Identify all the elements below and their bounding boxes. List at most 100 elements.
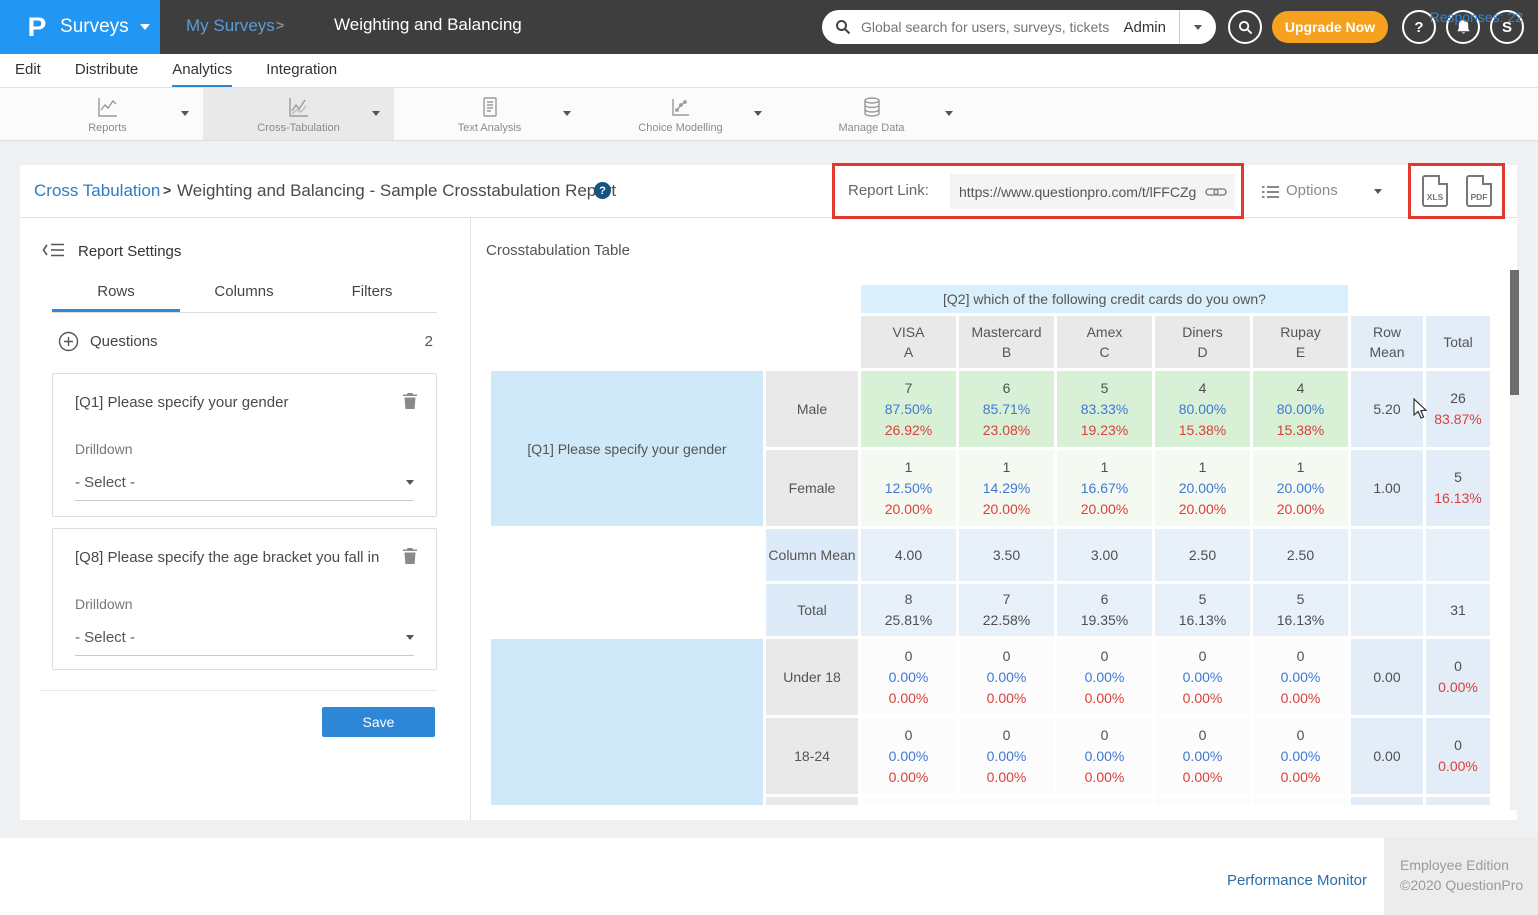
export-pdf-button[interactable]: PDF <box>1466 175 1492 207</box>
topbar: P Surveys My Surveys > Weighting and Bal… <box>0 0 1538 54</box>
search-icon <box>1238 20 1253 35</box>
help-icon[interactable]: ? <box>594 182 611 199</box>
options-button[interactable]: Options <box>1286 182 1338 199</box>
tab-filters[interactable]: Filters <box>308 283 436 312</box>
product-label: Surveys <box>60 16 129 38</box>
scrollbar-track[interactable] <box>1510 270 1519 810</box>
panel-divider <box>470 217 471 820</box>
manage-data-icon <box>860 94 884 120</box>
trash-icon[interactable] <box>402 547 418 570</box>
toolbar-cross-tabulation[interactable]: Cross-Tabulation <box>203 88 394 140</box>
blank-cell <box>491 529 763 581</box>
empty-cell <box>1351 529 1423 581</box>
crosstab-table: [Q2] which of the following credit cards… <box>488 282 1493 805</box>
corner-blank <box>1351 285 1490 313</box>
drilldown-label: Drilldown <box>75 441 133 457</box>
chevron-down-icon[interactable] <box>754 111 762 116</box>
cross-tabulation-link[interactable]: Cross Tabulation <box>34 181 160 201</box>
data-cell: 787.50%26.92% <box>861 371 956 447</box>
summary-row-header: Total <box>766 584 858 636</box>
data-cell: 120.00%20.00% <box>1155 450 1250 526</box>
text-analysis-icon <box>478 94 502 120</box>
summary-row-header: Column Mean <box>766 529 858 581</box>
data-cell: 480.00%15.38% <box>1253 371 1348 447</box>
chevron-down-icon[interactable] <box>181 111 189 116</box>
select-value: - Select - <box>75 474 135 491</box>
column-total-cell: 516.13% <box>1253 584 1348 636</box>
export-xls-button[interactable]: XLS <box>1422 175 1448 207</box>
trash-icon[interactable] <box>402 392 418 415</box>
settings-tabs: RowsColumnsFilters <box>52 283 437 313</box>
nav-analytics[interactable]: Analytics <box>172 54 232 87</box>
toolbar-manage-data[interactable]: Manage Data <box>776 88 967 140</box>
options-list-icon[interactable] <box>1262 185 1279 204</box>
xls-icon: XLS <box>1427 192 1444 202</box>
survey-nav: Edit Distribute Analytics Integration <box>0 54 1538 88</box>
column-total-cell: 619.35% <box>1057 584 1152 636</box>
column-total-cell: 825.81% <box>861 584 956 636</box>
upgrade-now-button[interactable]: Upgrade Now <box>1272 11 1388 43</box>
questions-row: Questions 2 <box>58 330 438 356</box>
total-header: Total <box>1426 316 1490 368</box>
data-cell <box>959 797 1054 805</box>
toolbar-label: Manage Data <box>838 122 904 134</box>
column-mean-cell: 3.50 <box>959 529 1054 581</box>
add-question-button[interactable] <box>58 331 79 357</box>
data-cell: 00.00%0.00% <box>959 639 1054 715</box>
chevron-down-icon[interactable] <box>945 111 953 116</box>
nav-edit[interactable]: Edit <box>15 54 41 87</box>
empty-cell <box>1351 584 1423 636</box>
chevron-down-icon[interactable] <box>563 111 571 116</box>
performance-monitor-link[interactable]: Performance Monitor <box>1227 872 1367 889</box>
drilldown-select[interactable]: - Select - <box>75 619 414 656</box>
row-mean-cell: 5.20 <box>1351 371 1423 447</box>
data-cell <box>1253 797 1348 805</box>
row-header: Male <box>766 371 858 447</box>
toolbar-text-analysis[interactable]: Text Analysis <box>394 88 585 140</box>
chevron-down-icon[interactable] <box>372 111 380 116</box>
scrollbar-thumb[interactable] <box>1510 270 1519 395</box>
save-button[interactable]: Save <box>322 707 435 737</box>
nav-integration[interactable]: Integration <box>266 54 337 87</box>
search-button[interactable] <box>1228 10 1262 44</box>
data-cell <box>861 797 956 805</box>
link-icon[interactable] <box>1205 185 1227 199</box>
column-header: DinersD <box>1155 316 1250 368</box>
choice-modelling-icon <box>669 94 693 120</box>
report-link-url[interactable]: https://www.questionpro.com/t/lFFCZg <box>959 184 1205 200</box>
toolbar-label: Text Analysis <box>458 122 522 134</box>
product-switcher[interactable]: P Surveys <box>0 0 160 54</box>
cross-tabulation-icon <box>287 94 311 120</box>
toolbar-label: Cross-Tabulation <box>257 122 340 134</box>
app-window: P Surveys My Surveys > Weighting and Bal… <box>0 0 1538 915</box>
data-cell: 00.00%0.00% <box>1057 718 1152 794</box>
tab-rows[interactable]: Rows <box>52 283 180 312</box>
global-search-input[interactable] <box>859 18 1123 36</box>
tab-columns[interactable]: Columns <box>180 283 308 312</box>
questionpro-logo-icon: P <box>28 12 47 43</box>
collapse-sidebar-icon[interactable] <box>42 242 66 263</box>
chevron-down-icon[interactable] <box>1374 189 1382 194</box>
data-cell: 00.00%0.00% <box>861 639 956 715</box>
data-cell: 00.00%0.00% <box>1057 639 1152 715</box>
breadcrumb-my-surveys[interactable]: My Surveys <box>186 16 275 36</box>
toolbar-choice-modelling[interactable]: Choice Modelling <box>585 88 776 140</box>
data-cell: 120.00%20.00% <box>1253 450 1348 526</box>
breadcrumb-separator: > <box>276 17 284 33</box>
nav-distribute[interactable]: Distribute <box>75 54 138 87</box>
report-panel: Cross Tabulation > Weighting and Balanci… <box>20 165 1517 820</box>
drilldown-select[interactable]: - Select - <box>75 464 414 501</box>
column-mean-cell: 3.00 <box>1057 529 1152 581</box>
column-total-cell: 516.13% <box>1155 584 1250 636</box>
toolbar-label: Choice Modelling <box>638 122 722 134</box>
row-total-cell: 00.00% <box>1426 718 1490 794</box>
search-scope-dropdown[interactable] <box>1180 10 1216 44</box>
search-icon <box>835 19 851 35</box>
responses-count: Responses: 22 <box>1430 9 1523 25</box>
group-label <box>491 639 763 805</box>
data-cell: 00.00%0.00% <box>1253 718 1348 794</box>
chevron-down-icon <box>406 635 414 640</box>
toolbar-reports[interactable]: Reports <box>12 88 203 140</box>
column-header: RupayE <box>1253 316 1348 368</box>
report-link-field[interactable]: https://www.questionpro.com/t/lFFCZg <box>950 174 1235 209</box>
